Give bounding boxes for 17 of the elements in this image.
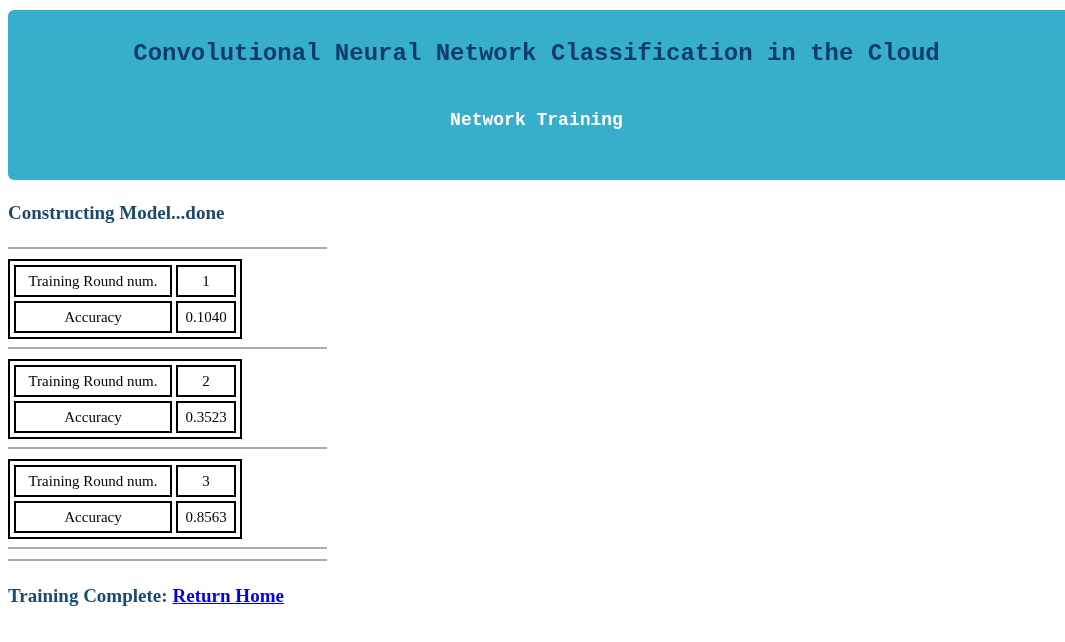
page-title: Convolutional Neural Network Classification in the Cloud — [133, 40, 940, 67]
return-home-link[interactable]: Return Home — [172, 585, 284, 606]
table-cell: 0.1040 — [176, 301, 236, 333]
table-cell: Accuracy — [14, 301, 172, 333]
table-cell: Accuracy — [14, 501, 172, 533]
table-cell: 3 — [176, 465, 236, 497]
completion-text: Training Complete: — [8, 585, 168, 606]
table-cell: Training Round num. — [14, 265, 172, 297]
table-cell: Training Round num. — [14, 365, 172, 397]
table-cell: Training Round num. — [14, 465, 172, 497]
table-cell: 0.3523 — [176, 401, 236, 433]
status-heading: Constructing Model...done — [8, 202, 226, 224]
table-cell: 1 — [176, 265, 236, 297]
page-subtitle: Network Training — [450, 110, 623, 130]
table-cell: 0.8563 — [176, 501, 236, 533]
table-cell: Accuracy — [14, 401, 172, 433]
table-cell: 2 — [176, 365, 236, 397]
